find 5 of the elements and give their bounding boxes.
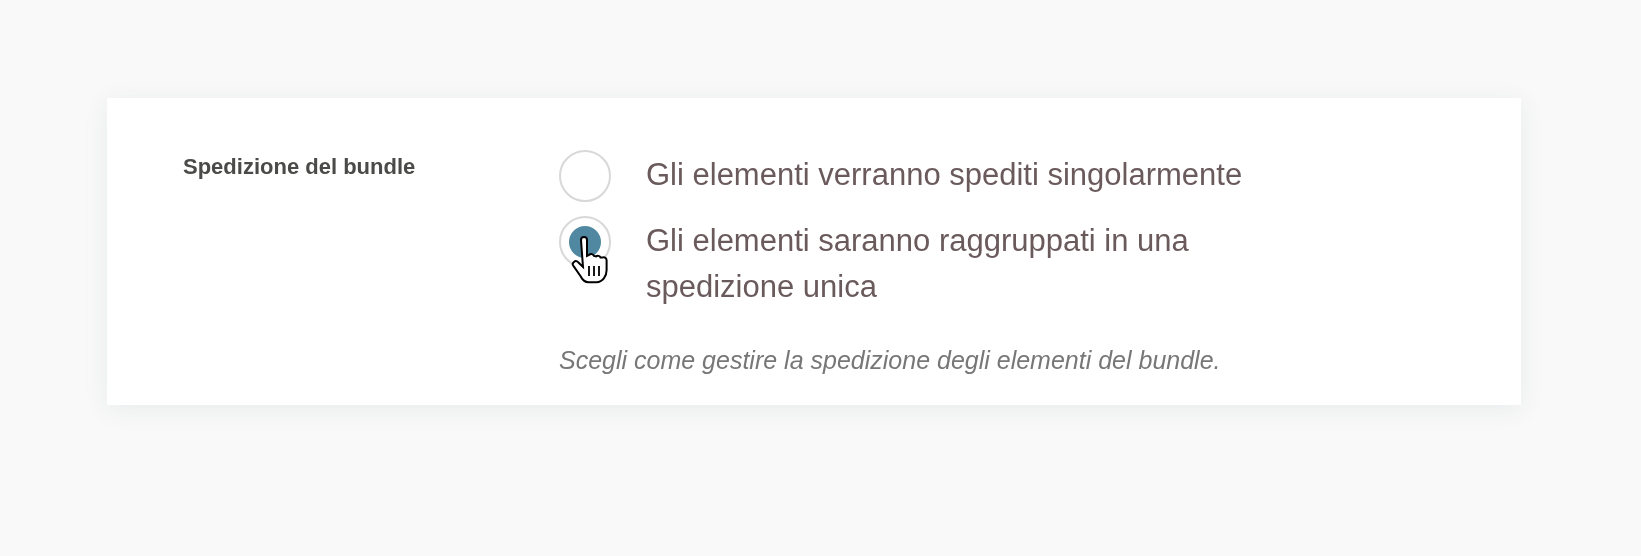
option-label[interactable]: Gli elementi verranno spediti singolarmente bbox=[646, 150, 1243, 198]
option-label[interactable]: Gli elementi saranno raggruppati in una spedizione unica bbox=[646, 216, 1266, 310]
hint-text: Scegli come gestire la spedizione degli elementi del bundle. bbox=[559, 346, 1222, 375]
setting-label: Spedizione del bundle bbox=[183, 153, 417, 181]
radio-button[interactable] bbox=[559, 150, 611, 202]
